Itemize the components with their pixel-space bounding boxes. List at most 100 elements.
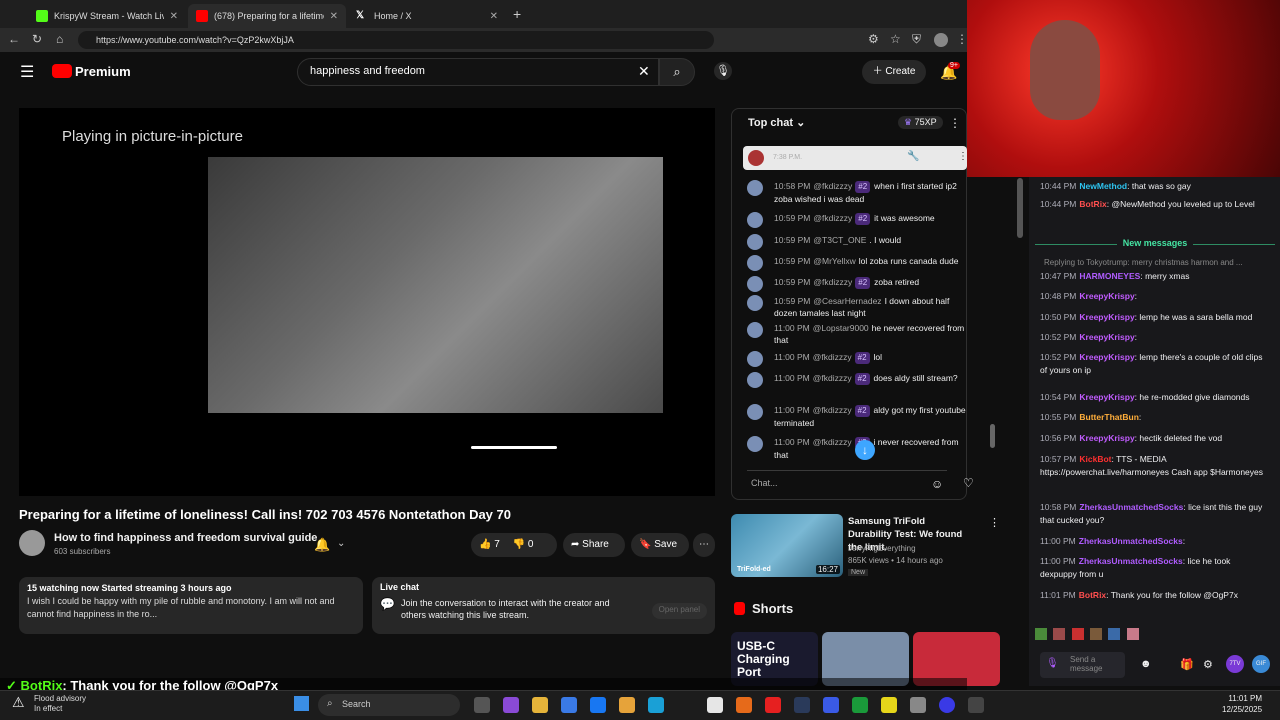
clear-search-icon[interactable]: ✕: [638, 63, 650, 80]
file-explorer-icon[interactable]: [532, 697, 548, 713]
scroll-down-button[interactable]: ↓: [855, 440, 875, 460]
stream-chat-author[interactable]: NewMethod: [1079, 181, 1127, 191]
emoji-icon[interactable]: ☺: [931, 477, 943, 491]
send-message-input[interactable]: 🎙 Send a message: [1040, 652, 1125, 678]
xp-badge[interactable]: ♛ 75XP: [898, 116, 943, 129]
chat-avatar[interactable]: [747, 212, 763, 228]
channel-name[interactable]: How to find happiness and freedom surviv…: [54, 532, 317, 544]
youtube-logo-icon[interactable]: [52, 64, 72, 78]
gift-icon[interactable]: 🎁: [1180, 658, 1194, 671]
stream-chat-message[interactable]: 10:58 PM ZherkasUnmatchedSocks: lice isnt…: [1040, 501, 1268, 527]
chat-scrollbar[interactable]: [990, 424, 995, 448]
chat-author[interactable]: @fkdizzzy: [813, 213, 852, 223]
facebook-icon[interactable]: [590, 697, 606, 713]
open-panel-button[interactable]: Open panel: [651, 603, 707, 619]
shield-icon[interactable]: ⛨: [912, 32, 921, 47]
obs-icon[interactable]: [939, 697, 955, 713]
browser-tab-active[interactable]: (678) Preparing for a lifetime ✕: [188, 4, 346, 28]
stream-chat-message[interactable]: 10:48 PM KreepyKrispy:: [1040, 290, 1268, 303]
chat-message[interactable]: 10:58 PM @fkdizzzy #2 when i first started …: [743, 180, 968, 205]
chat-author[interactable]: @fkdizzzy: [813, 352, 852, 362]
stream-chat-message[interactable]: 11:00 PM ZherkasUnmatchedSocks: lice he t…: [1040, 555, 1268, 581]
chat-message[interactable]: 10:59 PM @fkdizzzy #2 it was awesome: [743, 212, 968, 228]
chat-author[interactable]: @fkdizzzy: [813, 277, 852, 287]
chat-author[interactable]: @fkdizzzy: [813, 405, 852, 415]
stream-chat-message[interactable]: 10:44 PM NewMethod: that was so gay: [1040, 180, 1268, 193]
notification-bell-icon[interactable]: 🔔: [314, 537, 330, 553]
search-button[interactable]: ⌕: [659, 58, 695, 86]
pinned-message[interactable]: 7:38 P.M. 🔧 ⋮: [743, 146, 968, 170]
chat-author[interactable]: @fkdizzzy: [813, 437, 852, 447]
chat-avatar[interactable]: [747, 295, 763, 311]
stream-chat-scrollbar[interactable]: [1017, 178, 1023, 238]
stream-chat-author[interactable]: KreepyKrispy: [1079, 352, 1134, 362]
notes-icon[interactable]: [881, 697, 897, 713]
related-video-channel[interactable]: JerryRigEverything: [848, 544, 916, 553]
chat-avatar[interactable]: [747, 351, 763, 367]
stream-chat-author[interactable]: KreepyKrispy: [1079, 433, 1134, 443]
chat-message[interactable]: 10:59 PM @fkdizzzy #2 zoba retired: [743, 276, 968, 292]
stream-chat-author[interactable]: KreepyKrispy: [1079, 392, 1134, 402]
chat-menu-icon[interactable]: ⋮: [949, 116, 961, 130]
hamburger-icon[interactable]: ☰: [20, 62, 34, 82]
stream-chat-message[interactable]: 11:01 PM BotRix: Thank you for the follow…: [1040, 589, 1268, 602]
chat-input[interactable]: Chat...: [747, 474, 929, 494]
profile-avatar[interactable]: [934, 33, 948, 47]
emote-icon[interactable]: [1035, 628, 1047, 640]
xbox-icon[interactable]: [852, 697, 868, 713]
amazon-icon[interactable]: [619, 697, 635, 713]
stream-chat-message[interactable]: 10:52 PM KreepyKrispy:: [1040, 331, 1268, 344]
chat-message[interactable]: 11:00 PM @fkdizzzy #2 aldy got my first you…: [743, 404, 968, 429]
stream-chat-message[interactable]: 11:00 PM ZherkasUnmatchedSocks:: [1040, 535, 1268, 548]
weather-warning-icon[interactable]: ⚠: [12, 694, 25, 711]
chat-avatar[interactable]: [747, 436, 763, 452]
chat-message[interactable]: 10:59 PM @CesarHernadez I down about half …: [743, 295, 968, 319]
task-view-icon[interactable]: [474, 697, 490, 713]
reload-icon[interactable]: ↻: [32, 32, 42, 46]
taskbar-clock[interactable]: 11:01 PM 12/25/2025: [1222, 693, 1262, 715]
extension-icon[interactable]: ⚙: [868, 32, 879, 46]
youtube-icon[interactable]: [765, 697, 781, 713]
star-icon[interactable]: ☆: [890, 32, 901, 46]
heart-icon[interactable]: ♡: [963, 476, 974, 490]
chat-avatar[interactable]: [747, 372, 763, 388]
stream-chat-message[interactable]: 10:55 PM ButterThatBun:: [1040, 411, 1268, 424]
description-box[interactable]: 15 watching now Started streaming 3 hour…: [19, 577, 363, 634]
home-icon[interactable]: ⌂: [56, 32, 63, 46]
stream-chat-author[interactable]: KreepyKrispy: [1079, 291, 1134, 301]
settings-icon[interactable]: [910, 697, 926, 713]
microphone-icon[interactable]: 🎙: [714, 62, 732, 80]
stream-chat-message[interactable]: 10:44 PM BotRix: @NewMethod you leveled u…: [1040, 198, 1268, 211]
stream-chat-message[interactable]: 10:57 PM KickBot: TTS - MEDIA https://pow…: [1040, 453, 1268, 479]
windows-start-icon[interactable]: [294, 696, 309, 711]
emote-icon[interactable]: [1126, 628, 1139, 640]
top-chat-dropdown[interactable]: Top chat ⌄: [748, 116, 805, 129]
stream-chat-message[interactable]: 10:54 PM KreepyKrispy: he re-modded give …: [1040, 391, 1268, 404]
create-button[interactable]: ＋ Create: [862, 60, 926, 84]
emote-picker-icon[interactable]: ☻: [1140, 658, 1152, 670]
app-icon[interactable]: [823, 697, 839, 713]
chrome-icon[interactable]: [707, 697, 723, 713]
stream-chat-author[interactable]: BotRix: [1079, 590, 1106, 600]
stream-chat-author[interactable]: ZherkasUnmatchedSocks: [1079, 556, 1183, 566]
back-icon[interactable]: ←: [8, 32, 20, 46]
stream-chat-author[interactable]: ButterThatBun: [1079, 412, 1139, 422]
chat-avatar[interactable]: [747, 404, 763, 420]
emote-icon[interactable]: [1090, 628, 1103, 640]
stream-chat-author[interactable]: KickBot: [1079, 454, 1111, 464]
stream-chat-author[interactable]: KreepyKrispy: [1079, 332, 1134, 342]
chat-author[interactable]: @fkdizzzy: [813, 181, 852, 191]
chevron-down-icon[interactable]: ⌄: [337, 538, 345, 549]
chat-avatar[interactable]: [747, 255, 763, 271]
chat-message[interactable]: 11:00 PM @fkdizzzy #2 lol: [743, 351, 968, 367]
browser-tab[interactable]: 𝕏 Home / X ✕: [348, 4, 506, 28]
more-actions-button[interactable]: ⋯: [693, 533, 715, 557]
new-tab-button[interactable]: +: [513, 6, 521, 22]
steam-icon[interactable]: [794, 697, 810, 713]
close-icon[interactable]: ✕: [490, 11, 498, 22]
channel-avatar[interactable]: [19, 530, 45, 556]
app-icon[interactable]: [968, 697, 984, 713]
share-button[interactable]: ➦ Share: [563, 533, 625, 557]
chat-author[interactable]: @fkdizzzy: [813, 373, 852, 383]
emote-bar[interactable]: [1035, 628, 1275, 646]
